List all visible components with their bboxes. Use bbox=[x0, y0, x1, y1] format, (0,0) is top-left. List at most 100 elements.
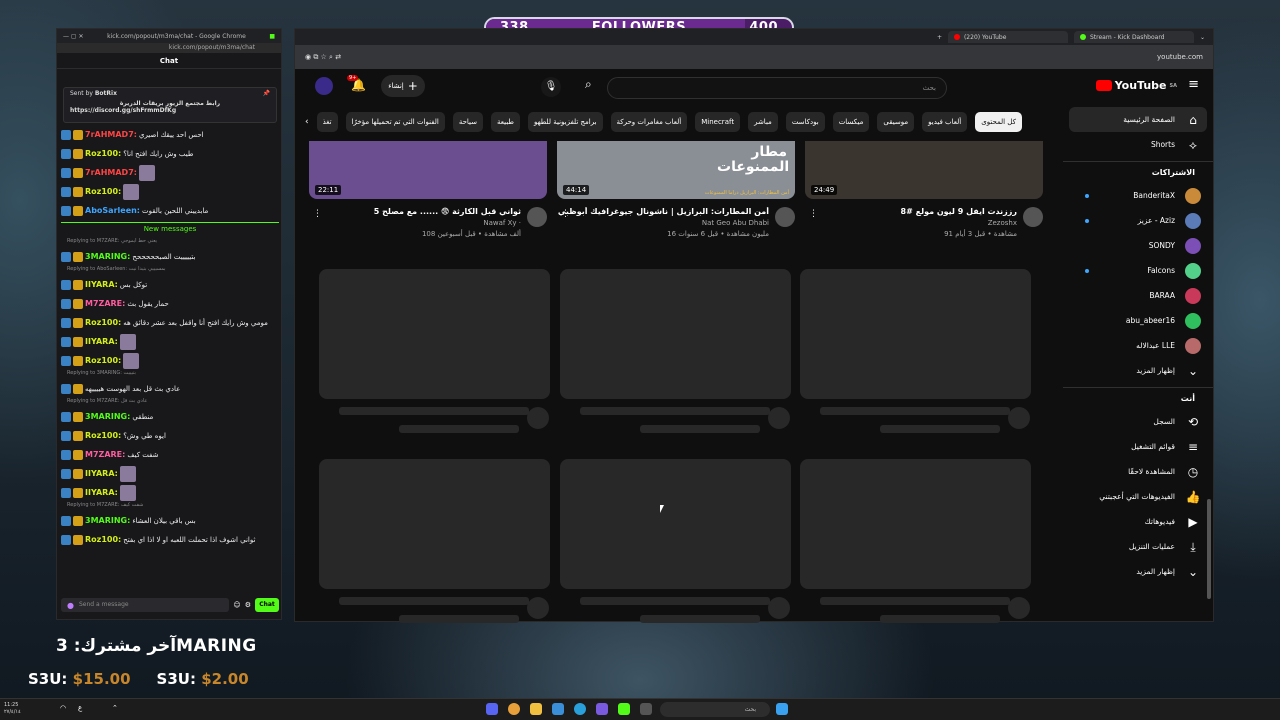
youtube-logo[interactable]: YouTube SA bbox=[1095, 79, 1177, 92]
chat-username[interactable]: 3MARING: bbox=[85, 252, 130, 261]
video-title[interactable]: أمن المطارات: البرازيل | ناشونال جيوغراف… bbox=[557, 207, 795, 216]
mic-icon[interactable]: ● bbox=[67, 601, 74, 610]
video-card[interactable]: مطار الممنوعات أمن المطارات: البرازيل درا… bbox=[557, 141, 795, 238]
page-scrollbar[interactable] bbox=[1207, 499, 1211, 599]
sidebar-item-subscription[interactable]: Falcons bbox=[1063, 258, 1213, 283]
you-heading[interactable]: أنت bbox=[1063, 387, 1213, 409]
channel-name[interactable]: Nawaf Xy · bbox=[309, 219, 547, 227]
chips-prev-icon[interactable]: ‹ bbox=[305, 117, 309, 127]
chat-username[interactable]: AboSarleen: bbox=[85, 206, 140, 215]
new-tab-button[interactable]: + bbox=[937, 34, 942, 41]
category-chip[interactable]: طبيعة bbox=[491, 112, 520, 132]
channel-avatar[interactable] bbox=[1023, 207, 1043, 227]
channel-name[interactable]: Zezoshx bbox=[805, 219, 1043, 227]
sidebar-item-shorts[interactable]: Shorts ⟡ bbox=[1063, 132, 1213, 157]
menu-icon[interactable]: ≡ bbox=[1188, 77, 1199, 92]
category-chip[interactable]: ميكسات bbox=[832, 112, 870, 132]
chat-input[interactable]: Send a message bbox=[61, 598, 230, 612]
category-chip[interactable]: موسيقى bbox=[877, 112, 915, 132]
wifi-icon[interactable]: ◠ bbox=[60, 704, 66, 712]
sidebar-item-subscription[interactable]: SONDY bbox=[1063, 233, 1213, 258]
category-chip[interactable]: كل المحتوى bbox=[975, 112, 1022, 132]
search-icon[interactable]: ⌕ bbox=[585, 77, 592, 92]
more-options-icon[interactable]: ⋮ bbox=[809, 209, 818, 219]
more-options-icon[interactable]: ⋮ bbox=[313, 209, 322, 219]
browser-nav-icons[interactable]: ◉ ⧉ ☆ ⌕ ⇄ bbox=[305, 53, 341, 62]
avatar[interactable] bbox=[315, 77, 333, 95]
chat-username[interactable]: Roz100: bbox=[85, 149, 121, 158]
chat-send-button[interactable]: Chat bbox=[255, 598, 279, 612]
video-title[interactable]: رززندت ايفل 9 ليون مولع #8 bbox=[805, 207, 1043, 216]
sidebar-item-download[interactable]: عمليات التنزيل ⤓ bbox=[1063, 534, 1213, 559]
chat-username[interactable]: IIYARA: bbox=[85, 280, 118, 289]
terminal-taskbar-icon[interactable] bbox=[640, 703, 652, 715]
sidebar-item-subscription[interactable]: BARAA bbox=[1063, 283, 1213, 308]
chat-window-controls[interactable]: — ▢ ✕ bbox=[63, 33, 84, 40]
sidebar-item-video[interactable]: فيديوهاتك ▶ bbox=[1063, 509, 1213, 534]
taskbar-lang[interactable]: ع bbox=[78, 704, 82, 712]
chat-username[interactable]: IIYARA: bbox=[85, 488, 118, 497]
emoji-icon[interactable]: ☺ bbox=[233, 601, 240, 609]
pinned-message[interactable]: Sent by BotRix 📌 رابط مجتمع الزيور بريقا… bbox=[63, 87, 277, 123]
taskbar-clock[interactable]: 11:25 ٢٧/٤/١٤ bbox=[4, 702, 21, 716]
chat-username[interactable]: 7rAHMAD7: bbox=[85, 168, 137, 177]
category-chip[interactable]: برامج تلفزيونية للطهو bbox=[527, 112, 603, 132]
channel-avatar[interactable] bbox=[775, 207, 795, 227]
video-thumbnail[interactable]: 24:49 bbox=[805, 141, 1043, 199]
more-options-icon[interactable]: ⋮ bbox=[561, 209, 570, 219]
video-card[interactable]: 24:49 ⋮ رززندت ايفل 9 ليون مولع #8 Zezoshx 9… bbox=[805, 141, 1043, 238]
chat-username[interactable]: 7rAHMAD7: bbox=[85, 130, 137, 139]
category-chip[interactable]: ألعاب مغامرات وحركة bbox=[610, 112, 688, 132]
category-chip[interactable]: بودكاست bbox=[785, 112, 825, 132]
chat-username[interactable]: IIYARA: bbox=[85, 337, 118, 346]
tab-search-icon[interactable]: ⌄ bbox=[1200, 34, 1205, 41]
chat-username[interactable]: M7ZARE: bbox=[85, 450, 125, 459]
chat-window-titlebar[interactable]: — ▢ ✕ kick.com/popout/m3ma/chat - Google… bbox=[57, 29, 281, 43]
category-chip[interactable]: Minecraft bbox=[695, 112, 741, 132]
sidebar-item-like[interactable]: الفيديوهات التي أعجبتني 👍 bbox=[1063, 484, 1213, 509]
chat-username[interactable]: Roz100: bbox=[85, 356, 121, 365]
chat-username[interactable]: 3MARING: bbox=[85, 412, 130, 421]
category-chip[interactable]: تغذ bbox=[316, 112, 338, 132]
tab-kick-dashboard[interactable]: Stream - Kick Dashboard bbox=[1073, 31, 1194, 43]
sidebar-item-home[interactable]: الصفحة الرئيسية ⌂ bbox=[1069, 107, 1207, 132]
chat-username[interactable]: M7ZARE: bbox=[85, 299, 125, 308]
category-chip[interactable]: سياحة bbox=[452, 112, 484, 132]
category-chip[interactable]: ألعاب فيديو bbox=[922, 112, 968, 132]
chat-address-bar[interactable]: kick.com/popout/m3ma/chat bbox=[57, 43, 281, 53]
channel-avatar[interactable] bbox=[527, 207, 547, 227]
explorer-taskbar-icon[interactable] bbox=[530, 703, 542, 715]
settings-icon[interactable]: ⚙ bbox=[245, 601, 251, 609]
create-button[interactable]: إنشاء + bbox=[381, 75, 425, 97]
video-thumbnail[interactable]: مطار الممنوعات أمن المطارات: البرازيل درا… bbox=[557, 141, 795, 199]
search-input[interactable]: بحث bbox=[607, 77, 947, 99]
photos-taskbar-icon[interactable] bbox=[552, 703, 564, 715]
voice-search-icon[interactable]: 🎙 bbox=[541, 77, 561, 97]
windows-start-icon[interactable] bbox=[776, 703, 788, 715]
kick-taskbar-icon[interactable] bbox=[618, 703, 630, 715]
discord-taskbar-icon[interactable] bbox=[486, 703, 498, 715]
chat-username[interactable]: Roz100: bbox=[85, 187, 121, 196]
taskbar-search[interactable]: بحث bbox=[660, 702, 770, 717]
channel-name[interactable]: Nat Geo Abu Dhabi bbox=[557, 219, 795, 227]
chat-username[interactable]: 3MARING: bbox=[85, 516, 130, 525]
sidebar-item-subscription[interactable]: BanderitaX bbox=[1063, 183, 1213, 208]
category-chip[interactable]: الفنوات التي تم تحميلها مؤخرًا bbox=[345, 112, 445, 132]
sidebar-item-show-more[interactable]: إظهار المزيد ⌄ bbox=[1063, 358, 1213, 383]
sidebar-item-show-more-2[interactable]: إظهار المزيد ⌄ bbox=[1063, 559, 1213, 584]
sidebar-item-playlist[interactable]: قوائم التشغيل ≡ bbox=[1063, 434, 1213, 459]
sidebar-item-clock[interactable]: المشاهدة لاحقًا ◷ bbox=[1063, 459, 1213, 484]
telegram-taskbar-icon[interactable] bbox=[574, 703, 586, 715]
pin-icon[interactable]: 📌 bbox=[263, 90, 270, 97]
app-taskbar-icon[interactable] bbox=[596, 703, 608, 715]
sidebar-item-subscription[interactable]: عزيز - Aziz bbox=[1063, 208, 1213, 233]
chat-username[interactable]: Roz100: bbox=[85, 535, 121, 544]
pinned-line2[interactable]: https://discord.gg/shFrmmDfKg bbox=[70, 107, 270, 114]
video-thumbnail[interactable]: 22:11 bbox=[309, 141, 547, 199]
chat-username[interactable]: Roz100: bbox=[85, 318, 121, 327]
sidebar-item-subscription[interactable]: عبدالاله LLE bbox=[1063, 333, 1213, 358]
sidebar-item-history[interactable]: السجل ⟲ bbox=[1063, 409, 1213, 434]
video-card[interactable]: 22:11 ⋮ 5 ثواني قبل الكارثة 😨 ...... مع مص… bbox=[309, 141, 547, 238]
video-title[interactable]: 5 ثواني قبل الكارثة 😨 ...... مع مصلح bbox=[309, 207, 547, 216]
chat-username[interactable]: IIYARA: bbox=[85, 469, 118, 478]
